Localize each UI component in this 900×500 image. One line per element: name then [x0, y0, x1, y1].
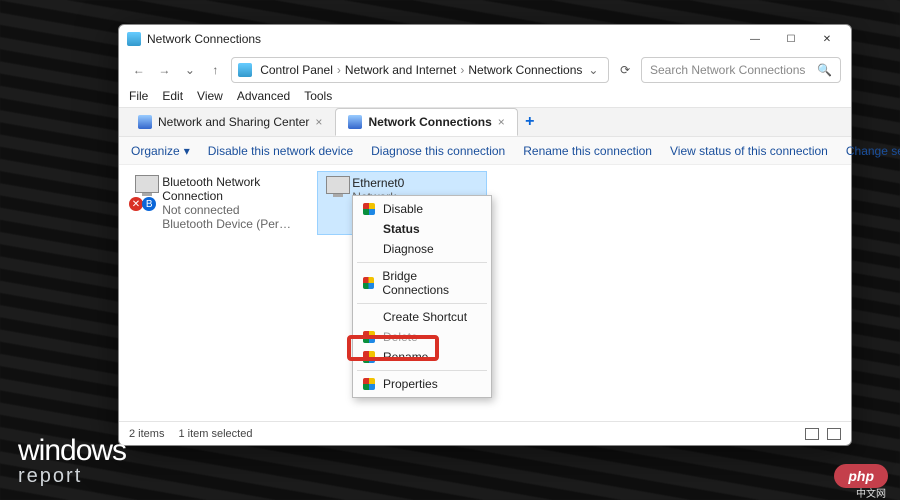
context-menu: Disable Status Diagnose Bridge Connectio… [352, 195, 492, 398]
cmd-disable-device[interactable]: Disable this network device [208, 144, 353, 158]
window-title: Network Connections [147, 32, 261, 46]
connection-status: Not connected [162, 203, 293, 217]
network-sharing-icon [138, 115, 152, 129]
menu-file[interactable]: File [129, 89, 148, 103]
large-icons-view-button[interactable] [827, 428, 841, 440]
adapter-icon: ✕ B [131, 175, 156, 209]
watermark-line1: windows [18, 436, 126, 466]
back-button[interactable]: ← [129, 59, 149, 81]
cmd-diagnose[interactable]: Diagnose this connection [371, 144, 505, 158]
shield-icon [363, 277, 374, 289]
explorer-window: Network Connections — ☐ ✕ ← → ⌄ ↑ Contro… [118, 24, 852, 446]
crumb-sep: › [337, 63, 341, 77]
up-button[interactable]: ↑ [206, 59, 226, 81]
ctx-separator [357, 262, 487, 263]
connection-name: Ethernet0 [352, 176, 482, 190]
organize-label: Organize [131, 144, 180, 158]
cmd-view-status[interactable]: View status of this connection [670, 144, 828, 158]
tab-label: Network and Sharing Center [158, 115, 309, 129]
ctx-label: Status [383, 222, 420, 236]
tabbar: Network and Sharing Center × Network Con… [119, 107, 851, 137]
tab-network-connections[interactable]: Network Connections × [335, 108, 517, 136]
tab-label: Network Connections [368, 115, 491, 129]
content-area[interactable]: ✕ B Bluetooth Network Connection Not con… [119, 165, 851, 421]
menu-edit[interactable]: Edit [162, 89, 183, 103]
crumb-sep: › [460, 63, 464, 77]
ctx-properties[interactable]: Properties [353, 374, 491, 394]
menubar: File Edit View Advanced Tools [119, 87, 851, 107]
ctx-delete: Delete [353, 327, 491, 347]
connection-device: Bluetooth Device (Personal Area ... [162, 217, 293, 231]
status-selected: 1 item selected [178, 428, 252, 440]
command-bar: Organize ▾ Disable this network device D… [119, 137, 851, 165]
menu-view[interactable]: View [197, 89, 223, 103]
crumb-network-internet[interactable]: Network and Internet [345, 63, 456, 77]
address-bar: ← → ⌄ ↑ Control Panel › Network and Inte… [119, 53, 851, 87]
connection-name: Bluetooth Network Connection [162, 175, 293, 203]
disconnected-icon: ✕ [129, 197, 143, 211]
ctx-bridge[interactable]: Bridge Connections [353, 266, 491, 300]
tab-close-icon[interactable]: × [498, 115, 505, 129]
ctx-label: Bridge Connections [382, 269, 481, 297]
breadcrumb-dropdown[interactable]: ⌄ [584, 63, 602, 77]
close-button[interactable]: ✕ [809, 27, 845, 51]
search-input[interactable]: Search Network Connections 🔍 [641, 57, 841, 83]
menu-advanced[interactable]: Advanced [237, 89, 290, 103]
tab-sharing-center[interactable]: Network and Sharing Center × [125, 108, 335, 136]
forward-button[interactable]: → [155, 59, 175, 81]
php-watermark-sub: 中文网 [856, 485, 886, 500]
ctx-separator [357, 303, 487, 304]
search-icon[interactable]: 🔍 [817, 63, 832, 77]
ctx-label: Delete [383, 330, 418, 344]
ctx-diagnose[interactable]: Diagnose [353, 239, 491, 259]
ctx-label: Create Shortcut [383, 310, 467, 324]
shield-icon [363, 378, 375, 390]
window-icon [127, 32, 141, 46]
shield-icon [363, 331, 375, 343]
connection-bluetooth[interactable]: ✕ B Bluetooth Network Connection Not con… [127, 171, 297, 235]
cmd-change-settings[interactable]: Change settings of this connection [846, 144, 900, 158]
status-item-count: 2 items [129, 428, 164, 440]
cmd-rename[interactable]: Rename this connection [523, 144, 652, 158]
adapter-icon [322, 176, 346, 210]
shield-icon [363, 351, 375, 363]
tab-close-icon[interactable]: × [315, 115, 322, 129]
maximize-button[interactable]: ☐ [773, 27, 809, 51]
ctx-label: Diagnose [383, 242, 434, 256]
details-view-button[interactable] [805, 428, 819, 440]
ctx-disable[interactable]: Disable [353, 199, 491, 219]
network-connections-icon [348, 115, 362, 129]
ctx-create-shortcut[interactable]: Create Shortcut [353, 307, 491, 327]
crumb-network-connections[interactable]: Network Connections [468, 63, 582, 77]
minimize-button[interactable]: — [737, 27, 773, 51]
ctx-status[interactable]: Status [353, 219, 491, 239]
search-placeholder: Search Network Connections [650, 63, 805, 77]
ctx-separator [357, 370, 487, 371]
bluetooth-icon: B [142, 197, 156, 211]
watermark-line2: report [18, 466, 126, 486]
organize-button[interactable]: Organize ▾ [131, 144, 190, 158]
refresh-button[interactable]: ⟳ [615, 59, 635, 81]
recent-dropdown[interactable]: ⌄ [180, 59, 200, 81]
ctx-label: Rename [383, 350, 428, 364]
shield-icon [363, 203, 375, 215]
ctx-label: Properties [383, 377, 438, 391]
breadcrumb[interactable]: Control Panel › Network and Internet › N… [231, 57, 609, 83]
menu-tools[interactable]: Tools [304, 89, 332, 103]
breadcrumb-icon [238, 63, 252, 77]
chevron-down-icon: ▾ [184, 144, 190, 158]
ctx-label: Disable [383, 202, 423, 216]
status-bar: 2 items 1 item selected [119, 421, 851, 445]
windows-report-watermark: windows report [18, 436, 126, 486]
ctx-rename[interactable]: Rename [353, 347, 491, 367]
crumb-control-panel[interactable]: Control Panel [260, 63, 333, 77]
titlebar: Network Connections — ☐ ✕ [119, 25, 851, 53]
new-tab-button[interactable]: + [518, 113, 542, 131]
